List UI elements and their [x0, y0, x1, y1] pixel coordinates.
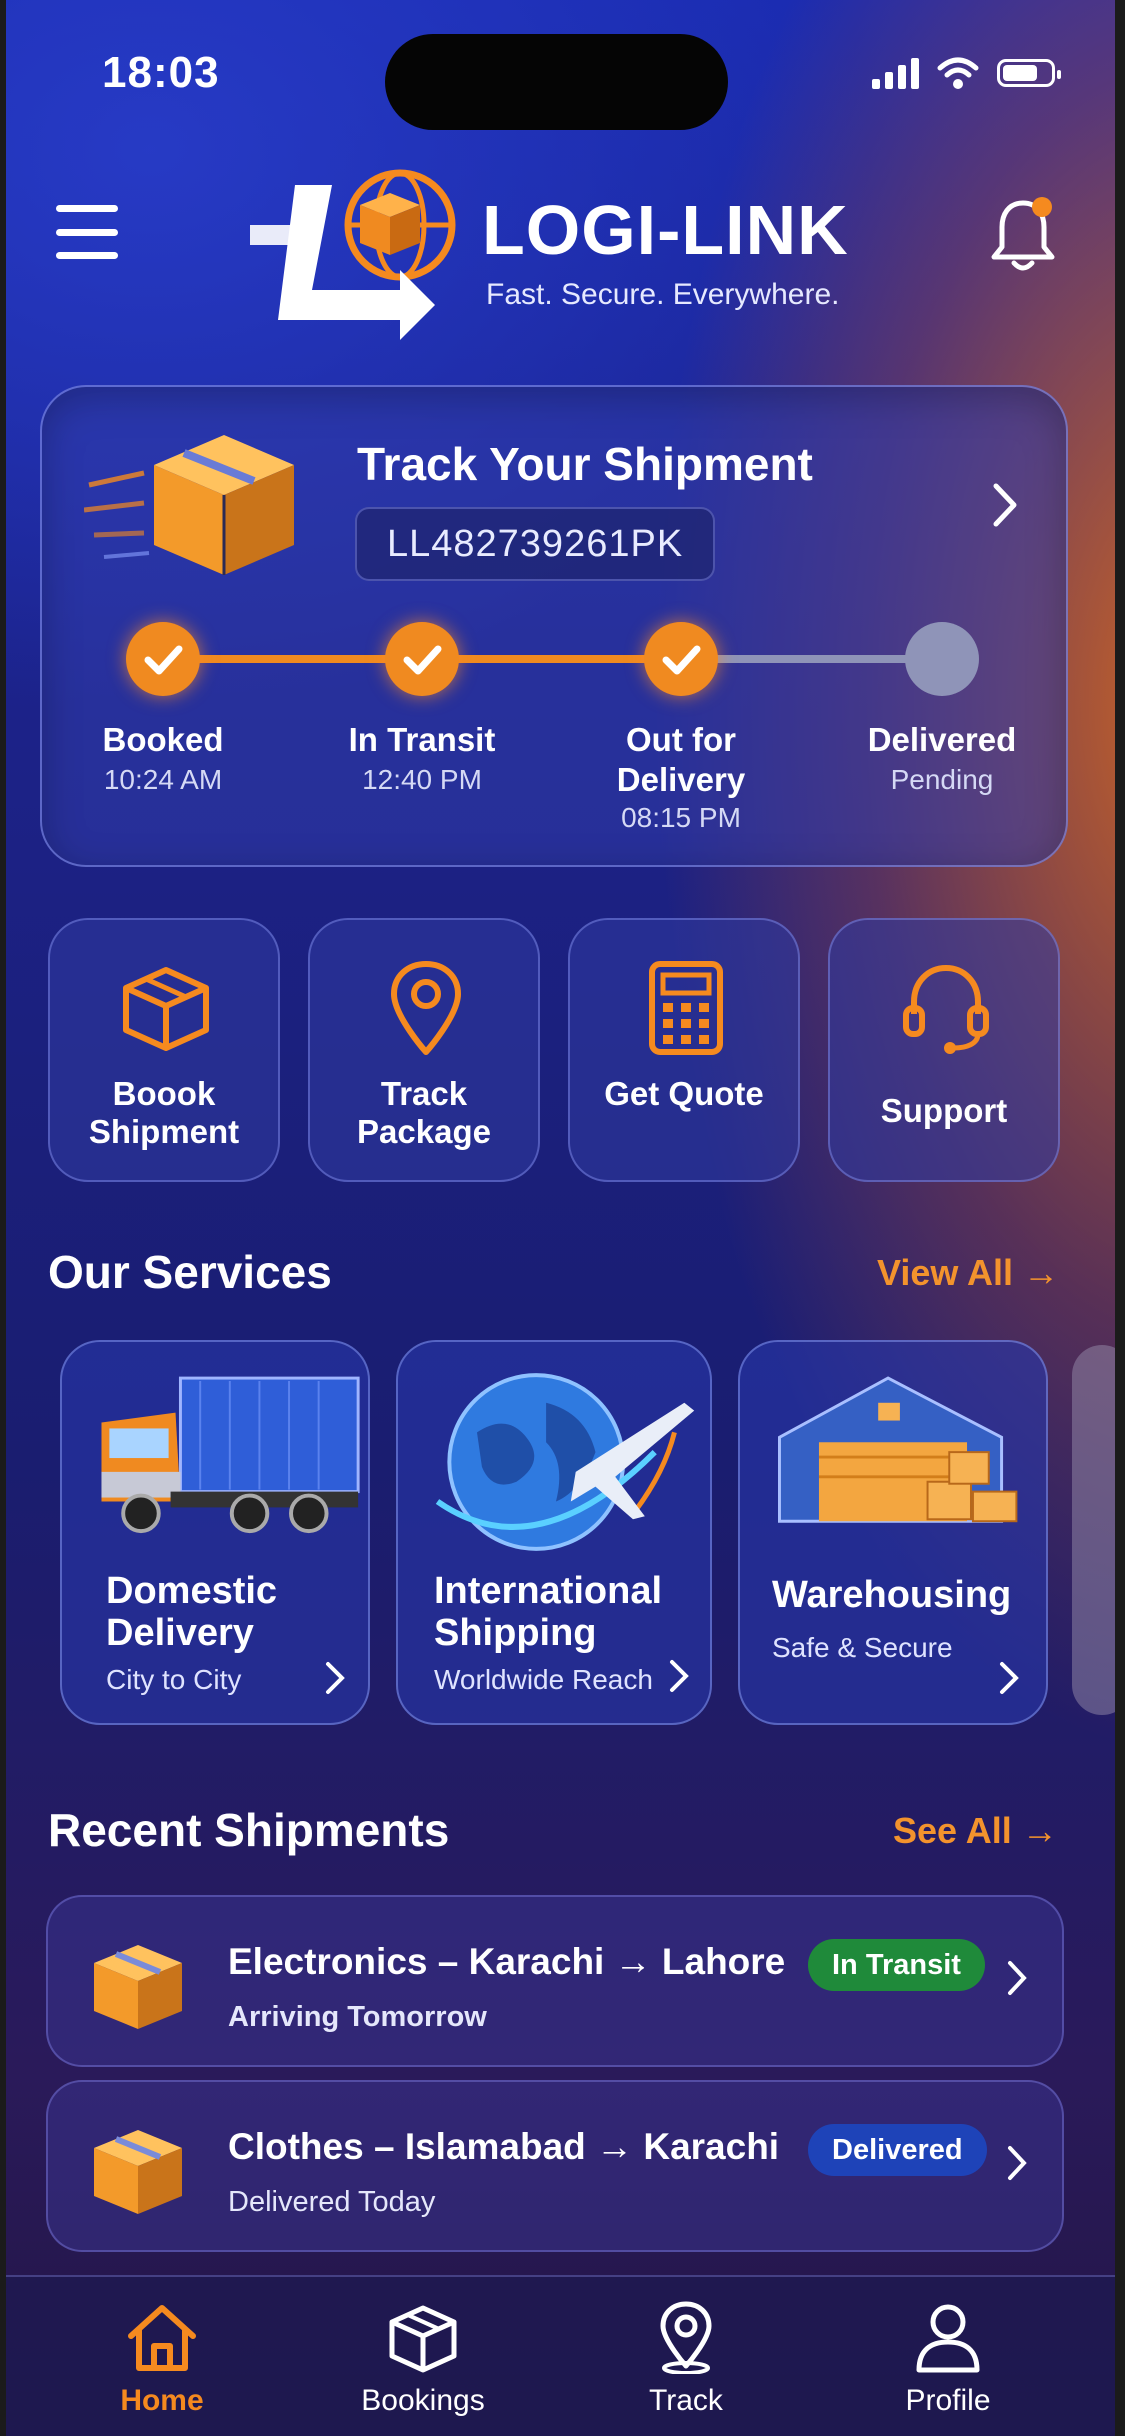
- step-time: 10:24 AM: [103, 764, 223, 795]
- step-time: 08:15 PM: [621, 802, 741, 833]
- track-title: Track Your Shipment: [357, 438, 813, 490]
- service-subtitle: Worldwide Reach: [434, 1664, 653, 1695]
- shipment-subtitle: Delivered Today: [228, 2186, 436, 2218]
- tab-home[interactable]: Home: [62, 2300, 262, 2418]
- service-card-warehousing[interactable]: Warehousing Safe & Secure: [738, 1340, 1048, 1725]
- parcel-icon: [94, 1945, 182, 2029]
- check-icon: [144, 645, 183, 675]
- tracking-number[interactable]: LL482739261PK: [355, 507, 716, 581]
- brand-tagline: Fast. Secure. Everywhere.: [486, 278, 840, 311]
- wifi-icon: [937, 57, 979, 89]
- headset-icon: [903, 964, 989, 1054]
- tab-track[interactable]: Track: [586, 2300, 786, 2418]
- dynamic-island: [385, 34, 728, 130]
- shipment-title: Clothes – Islamabad → Karachi: [228, 2126, 780, 2167]
- status-icons: [872, 56, 1061, 90]
- location-pin-icon: [660, 2301, 712, 2374]
- status-badge: Delivered: [808, 2124, 987, 2176]
- shipment-subtitle: Arriving Tomorrow: [228, 2001, 487, 2033]
- service-card-international[interactable]: International Shipping Worldwide Reach: [396, 1340, 712, 1725]
- progress-line-pending: [680, 655, 942, 663]
- calculator-icon: [649, 961, 723, 1055]
- quick-action-label: Boook Shipment: [88, 1075, 240, 1150]
- user-icon: [916, 2304, 980, 2373]
- service-subtitle: Safe & Secure: [772, 1632, 953, 1663]
- step-label: In Transit: [348, 721, 496, 758]
- step-label: Booked: [102, 721, 224, 758]
- status-time: 18:03: [102, 48, 220, 97]
- home-icon: [128, 2305, 196, 2371]
- notification-bell-icon[interactable]: [990, 195, 1056, 275]
- location-pin-icon: [391, 961, 461, 1055]
- shipment-title: Electronics – Karachi → Lahore: [228, 1941, 786, 1982]
- box-icon: [123, 967, 209, 1051]
- parcel-icon: [94, 2130, 182, 2214]
- status-badge: In Transit: [808, 1939, 985, 1991]
- step-label: Delivered: [867, 721, 1017, 758]
- chevron-right-icon[interactable]: [990, 480, 1020, 530]
- chevron-right-icon[interactable]: [1006, 2144, 1028, 2182]
- support-button[interactable]: Support: [828, 918, 1060, 1182]
- service-title: Warehousing: [772, 1574, 1012, 1616]
- service-title: International Shipping: [434, 1570, 663, 1654]
- step-label: Out for Delivery: [616, 721, 746, 798]
- chevron-right-icon: [670, 1660, 689, 1692]
- quick-action-label: Support: [880, 1092, 1008, 1129]
- app-screen: 18:03 LOGI-LINK Fast. Secure. Everywhere…: [0, 0, 1125, 2436]
- tab-label: Bookings: [361, 2384, 485, 2417]
- service-title: Domestic Delivery: [106, 1570, 278, 1654]
- chevron-right-icon: [1000, 1662, 1019, 1694]
- view-all-link[interactable]: View All →: [877, 1252, 1059, 1294]
- check-icon: [662, 645, 701, 675]
- book-shipment-button[interactable]: Boook Shipment: [48, 918, 280, 1182]
- tab-profile[interactable]: Profile: [848, 2300, 1048, 2418]
- tab-bookings[interactable]: Bookings: [323, 2300, 523, 2418]
- shipment-row[interactable]: Clothes – Islamabad → Karachi Delivered …: [46, 2080, 1064, 2252]
- tab-label: Home: [120, 2384, 204, 2417]
- package-icon: [389, 2305, 457, 2373]
- chevron-right-icon: [326, 1662, 345, 1694]
- truck-image: [101, 1376, 360, 1534]
- quick-action-label: Track Package: [357, 1075, 491, 1150]
- logo-icon: [250, 169, 456, 340]
- service-subtitle: City to City: [106, 1664, 242, 1695]
- brand-title: LOGI-LINK: [482, 191, 849, 269]
- tab-label: Track: [649, 2384, 723, 2417]
- service-card-next[interactable]: [1072, 1345, 1125, 1715]
- get-quote-button[interactable]: Get Quote: [568, 918, 800, 1182]
- signal-icon: [872, 57, 919, 89]
- chevron-right-icon[interactable]: [1006, 1959, 1028, 1997]
- tab-label: Profile: [905, 2384, 991, 2417]
- services-title: Our Services: [48, 1246, 332, 1298]
- check-icon: [403, 645, 442, 675]
- menu-button[interactable]: [56, 205, 118, 259]
- warehouse-image: [778, 1376, 1018, 1523]
- parcel-icon: [84, 435, 294, 575]
- step-time: Pending: [890, 764, 994, 795]
- shipment-row[interactable]: Electronics – Karachi → Lahore Arriving …: [46, 1895, 1064, 2067]
- quick-action-label: Get Quote: [604, 1075, 764, 1112]
- step-time: 12:40 PM: [362, 764, 482, 795]
- recent-title: Recent Shipments: [48, 1804, 450, 1856]
- see-all-link[interactable]: See All →: [893, 1810, 1058, 1852]
- globe-plane-image: [435, 1373, 695, 1551]
- track-package-button[interactable]: Track Package: [308, 918, 540, 1182]
- service-card-domestic[interactable]: Domestic Delivery City to City: [60, 1340, 370, 1725]
- step-delivered-dot: [905, 622, 979, 696]
- battery-icon: [997, 59, 1061, 87]
